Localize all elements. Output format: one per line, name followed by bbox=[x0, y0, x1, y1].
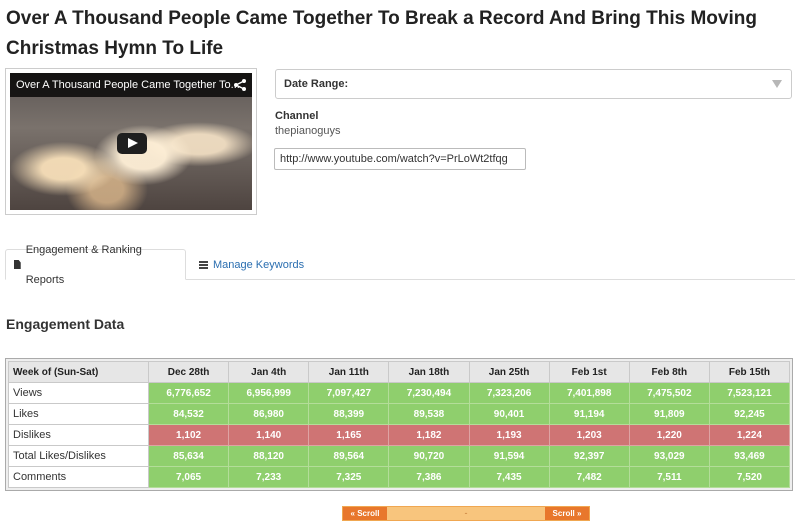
table-cell: 1,140 bbox=[228, 424, 310, 446]
table-cell: 93,029 bbox=[628, 445, 710, 467]
column-header: Feb 1st bbox=[548, 361, 630, 383]
row-label: Views bbox=[8, 382, 149, 404]
scroll-right-button[interactable]: Scroll » bbox=[545, 507, 589, 520]
table-row-views: Views 6,776,652 6,956,999 7,097,427 7,23… bbox=[8, 382, 791, 404]
table-cell: 85,634 bbox=[147, 445, 230, 467]
tab-label: Manage Keywords bbox=[213, 258, 305, 271]
table-row-dislikes: Dislikes 1,102 1,140 1,165 1,182 1,193 1… bbox=[8, 424, 791, 446]
video-overlay-title[interactable]: Over A Thousand People Came Together To.… bbox=[16, 79, 240, 91]
row-label: Dislikes bbox=[8, 424, 149, 446]
table-cell: 6,956,999 bbox=[228, 382, 310, 404]
page-title: Over A Thousand People Came Together To … bbox=[6, 8, 757, 59]
chevron-down-icon bbox=[772, 80, 782, 88]
table-cell: 7,523,121 bbox=[708, 382, 791, 404]
table-cell: 90,401 bbox=[468, 403, 550, 425]
engagement-table-wrapper: Week of (Sun-Sat) Dec 28th Jan 4th Jan 1… bbox=[5, 358, 793, 491]
table-cell: 1,182 bbox=[388, 424, 470, 446]
scroll-left-button[interactable]: « Scroll bbox=[343, 507, 387, 520]
channel-label: Channel bbox=[275, 110, 319, 122]
table-cell: 90,720 bbox=[388, 445, 470, 467]
channel-name: thepianoguys bbox=[275, 125, 341, 137]
table-row-likes: Likes 84,532 86,980 88,399 89,538 90,401… bbox=[8, 403, 791, 425]
document-icon bbox=[14, 260, 21, 269]
table-header-row: Week of (Sun-Sat) Dec 28th Jan 4th Jan 1… bbox=[8, 361, 791, 383]
table-cell: 1,203 bbox=[548, 424, 630, 446]
section-title: Engagement Data bbox=[6, 316, 125, 332]
video-url-input[interactable] bbox=[274, 148, 526, 170]
play-icon[interactable] bbox=[117, 133, 147, 154]
table-cell: 91,194 bbox=[548, 403, 630, 425]
table-cell: 7,323,206 bbox=[468, 382, 550, 404]
video-player[interactable]: Over A Thousand People Came Together To.… bbox=[10, 73, 252, 210]
table-cell: 7,401,898 bbox=[548, 382, 630, 404]
engagement-table: Week of (Sun-Sat) Dec 28th Jan 4th Jan 1… bbox=[8, 361, 791, 488]
table-cell: 91,594 bbox=[468, 445, 550, 467]
table-cell: 1,193 bbox=[468, 424, 550, 446]
table-cell: 88,120 bbox=[228, 445, 310, 467]
table-cell: 7,230,494 bbox=[388, 382, 470, 404]
share-icon[interactable] bbox=[233, 78, 247, 92]
scroll-track[interactable]: - bbox=[387, 507, 545, 520]
table-cell: 7,233 bbox=[228, 466, 310, 488]
table-scrollbar[interactable]: « Scroll - Scroll » bbox=[342, 506, 590, 521]
column-header-week: Week of (Sun-Sat) bbox=[8, 361, 149, 383]
list-icon bbox=[199, 260, 208, 269]
table-cell: 7,475,502 bbox=[628, 382, 710, 404]
column-header: Jan 11th bbox=[308, 361, 390, 383]
video-title-bar: Over A Thousand People Came Together To.… bbox=[10, 73, 252, 97]
table-cell: 7,520 bbox=[708, 466, 791, 488]
table-cell: 92,397 bbox=[548, 445, 630, 467]
table-cell: 1,102 bbox=[147, 424, 230, 446]
video-thumbnail-frame[interactable]: Over A Thousand People Came Together To.… bbox=[5, 68, 257, 215]
table-cell: 1,220 bbox=[628, 424, 710, 446]
table-cell: 89,564 bbox=[308, 445, 390, 467]
column-header: Feb 15th bbox=[708, 361, 791, 383]
table-cell: 7,097,427 bbox=[308, 382, 390, 404]
table-row-total-likes-dislikes: Total Likes/Dislikes 85,634 88,120 89,56… bbox=[8, 445, 791, 467]
table-cell: 89,538 bbox=[388, 403, 470, 425]
tab-engagement-ranking-reports[interactable]: Engagement & Ranking Reports bbox=[5, 244, 186, 286]
row-label: Comments bbox=[8, 466, 149, 488]
date-range-label: Date Range: bbox=[284, 78, 349, 90]
column-header: Jan 25th bbox=[468, 361, 550, 383]
row-label: Total Likes/Dislikes bbox=[8, 445, 149, 467]
table-cell: 7,482 bbox=[548, 466, 630, 488]
column-header: Dec 28th bbox=[147, 361, 230, 383]
table-cell: 1,165 bbox=[308, 424, 390, 446]
table-cell: 88,399 bbox=[308, 403, 390, 425]
table-cell: 86,980 bbox=[228, 403, 310, 425]
table-cell: 6,776,652 bbox=[147, 382, 230, 404]
tab-label: Engagement & Ranking Reports bbox=[25, 243, 142, 286]
column-header: Feb 8th bbox=[628, 361, 710, 383]
column-header: Jan 18th bbox=[388, 361, 470, 383]
row-label: Likes bbox=[8, 403, 149, 425]
table-cell: 92,245 bbox=[708, 403, 791, 425]
table-cell: 7,065 bbox=[147, 466, 230, 488]
table-cell: 7,325 bbox=[308, 466, 390, 488]
table-cell: 91,809 bbox=[628, 403, 710, 425]
column-header: Jan 4th bbox=[228, 361, 310, 383]
table-cell: 7,386 bbox=[388, 466, 470, 488]
table-cell: 93,469 bbox=[708, 445, 791, 467]
table-row-comments: Comments 7,065 7,233 7,325 7,386 7,435 7… bbox=[8, 466, 791, 488]
table-cell: 7,435 bbox=[468, 466, 550, 488]
report-tabs: Engagement & Ranking Reports Manage Keyw… bbox=[5, 244, 795, 286]
table-cell: 1,224 bbox=[708, 424, 791, 446]
date-range-select[interactable]: Date Range: bbox=[275, 69, 792, 99]
table-cell: 7,511 bbox=[628, 466, 710, 488]
tab-manage-keywords[interactable]: Manage Keywords bbox=[191, 249, 312, 280]
table-cell: 84,532 bbox=[147, 403, 230, 425]
